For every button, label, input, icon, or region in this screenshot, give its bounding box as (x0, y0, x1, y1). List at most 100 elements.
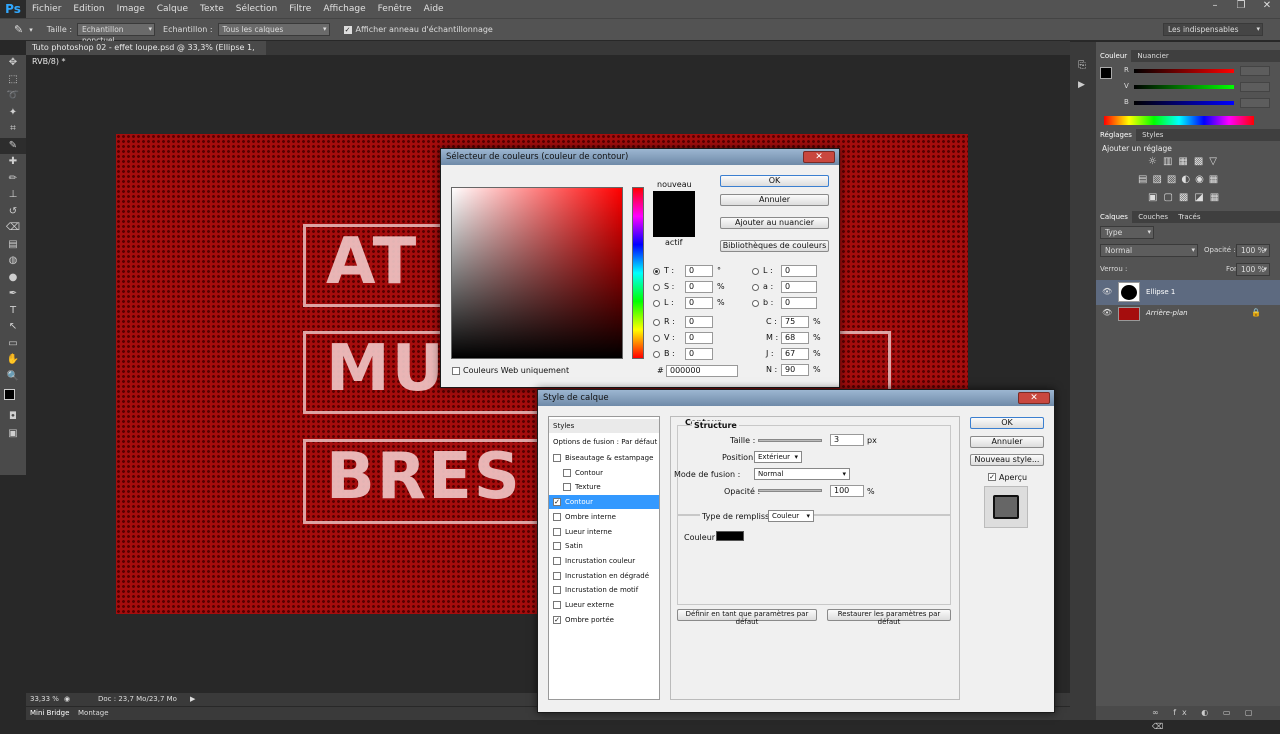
status-icon[interactable]: ◉ (64, 693, 70, 706)
field-input[interactable]: 90 (781, 364, 809, 376)
pen-tool-icon[interactable]: ✒ (0, 286, 26, 303)
cancel-button[interactable]: Annuler (720, 194, 829, 206)
menu-filtre[interactable]: Filtre (283, 4, 317, 14)
style-item[interactable]: Lueur interne (549, 525, 659, 539)
close-icon[interactable]: ✕ (1254, 0, 1280, 16)
radio-button[interactable] (653, 351, 660, 358)
menu-edition[interactable]: Edition (67, 4, 110, 14)
styles-header[interactable]: Styles (549, 419, 659, 433)
style-item[interactable]: ✓ Contour (549, 495, 659, 510)
crop-tool-icon[interactable]: ⌗ (0, 121, 26, 138)
menu-fenetre[interactable]: Fenêtre (372, 4, 418, 14)
quick-mask-icon[interactable]: ◘ (0, 409, 26, 426)
layers-footer-icons[interactable]: ∞ fx ◐ ▭ ▢ ⌫ (1096, 706, 1280, 731)
eraser-tool-icon[interactable]: ⌫ (0, 220, 26, 237)
ok-button[interactable]: OK (720, 175, 829, 187)
ok-button[interactable]: OK (970, 417, 1044, 429)
style-checkbox[interactable] (553, 601, 561, 609)
style-item[interactable]: Lueur externe (549, 598, 659, 612)
channel-slider[interactable] (1134, 69, 1234, 73)
style-item[interactable]: Biseautage & estampage (549, 451, 659, 465)
layer-fill-field[interactable]: 100 % (1236, 263, 1270, 276)
add-to-swatches-button[interactable]: Ajouter au nuancier (720, 217, 829, 229)
field-input[interactable]: 68 (781, 332, 809, 344)
history-brush-tool-icon[interactable]: ↺ (0, 204, 26, 221)
style-item[interactable]: Incrustation de motif (549, 583, 659, 597)
tab-couches[interactable]: Couches (1134, 211, 1172, 223)
gradient-tool-icon[interactable]: ▤ (0, 237, 26, 254)
field-input[interactable]: 67 (781, 348, 809, 360)
channel-field[interactable] (1240, 82, 1270, 92)
style-checkbox[interactable] (553, 556, 561, 565)
dodge-tool-icon[interactable]: ● (0, 270, 26, 287)
close-button[interactable]: ✕ (1018, 392, 1050, 404)
field-input[interactable]: 0 (685, 281, 713, 293)
quick-select-tool-icon[interactable]: ✦ (0, 105, 26, 122)
actions-play-icon[interactable]: ▶ (1078, 80, 1085, 90)
menu-aide[interactable]: Aide (418, 4, 450, 14)
field-input[interactable]: 0 (685, 348, 713, 360)
size-slider[interactable] (758, 439, 822, 442)
eye-icon[interactable]: 👁 (1102, 308, 1112, 317)
adjustment-icons-row-2[interactable]: ▤▧▨◐◉▦ (1138, 174, 1223, 185)
style-checkbox[interactable] (553, 542, 561, 551)
menu-selection[interactable]: Sélection (230, 4, 283, 14)
style-checkbox[interactable]: ✓ (553, 615, 561, 624)
style-item[interactable]: Ombre interne (549, 510, 659, 524)
tab-montage[interactable]: Montage (78, 707, 109, 720)
radio-button[interactable] (752, 268, 759, 275)
style-item[interactable]: Satin (549, 539, 659, 553)
healing-tool-icon[interactable]: ✚ (0, 154, 26, 171)
channel-field[interactable] (1240, 66, 1270, 76)
layer-row-ellipse[interactable]: 👁 Ellipse 1 (1096, 280, 1280, 305)
radio-button[interactable] (653, 300, 660, 307)
style-checkbox[interactable] (553, 571, 561, 580)
menu-affichage[interactable]: Affichage (317, 4, 371, 14)
field-input[interactable]: 0 (781, 297, 817, 309)
marquee-tool-icon[interactable]: ⬚ (0, 72, 26, 89)
new-style-button[interactable]: Nouveau style... (970, 454, 1044, 466)
cancel-button[interactable]: Annuler (970, 436, 1044, 448)
style-item[interactable]: Contour (549, 466, 659, 480)
channel-slider[interactable] (1134, 101, 1234, 105)
preview-checkbox[interactable]: ✓ (988, 473, 996, 481)
radio-button[interactable] (653, 335, 660, 342)
style-checkbox[interactable]: ✓ (553, 498, 561, 507)
radio-button[interactable] (653, 284, 660, 291)
adjustment-icons-row-1[interactable]: ☼▥▦▩▽ (1148, 156, 1223, 167)
tab-couleur[interactable]: Couleur (1096, 50, 1132, 62)
play-icon[interactable]: ▶ (190, 693, 195, 706)
field-input[interactable]: 0 (685, 265, 713, 277)
brush-tool-icon[interactable]: ✏ (0, 171, 26, 188)
screen-mode-icon[interactable]: ▣ (0, 426, 26, 443)
field-input[interactable]: 75 (781, 316, 809, 328)
size-field[interactable]: 3 (830, 434, 864, 446)
radio-button[interactable] (752, 284, 759, 291)
ring-checkbox[interactable]: ✓ (343, 25, 352, 34)
zoom-level[interactable]: 33,33 % (30, 693, 59, 706)
menu-image[interactable]: Image (111, 4, 151, 14)
hand-tool-icon[interactable]: ✋ (0, 352, 26, 369)
field-input[interactable]: 0 (685, 332, 713, 344)
history-icon[interactable]: ⎘ (1078, 60, 1086, 71)
tab-reglages[interactable]: Réglages (1096, 129, 1136, 141)
sample-layers-select[interactable]: Tous les calques (217, 23, 330, 36)
set-default-button[interactable]: Définir en tant que paramètres par défau… (677, 609, 817, 626)
field-input[interactable]: 0 (781, 281, 817, 293)
layer-name[interactable]: Ellipse 1 (1146, 288, 1175, 296)
path-select-tool-icon[interactable]: ↖ (0, 319, 26, 336)
radio-button[interactable] (653, 268, 660, 275)
move-tool-icon[interactable]: ✥ (0, 55, 26, 72)
blend-options-item[interactable]: Options de fusion : Par défaut (549, 435, 659, 449)
style-checkbox[interactable] (553, 527, 561, 536)
radio-button[interactable] (653, 319, 660, 326)
layer-kind-filter[interactable]: Type (1100, 226, 1154, 239)
eyedropper-tool-icon[interactable]: ✎ (0, 137, 26, 154)
style-checkbox[interactable] (553, 586, 561, 595)
type-tool-icon[interactable]: T (0, 303, 26, 320)
fill-type-select[interactable]: Couleur (768, 510, 814, 522)
layer-name[interactable]: Arrière-plan (1146, 309, 1188, 317)
radio-button[interactable] (752, 300, 759, 307)
shape-tool-icon[interactable]: ▭ (0, 336, 26, 353)
blur-tool-icon[interactable]: ◍ (0, 253, 26, 270)
